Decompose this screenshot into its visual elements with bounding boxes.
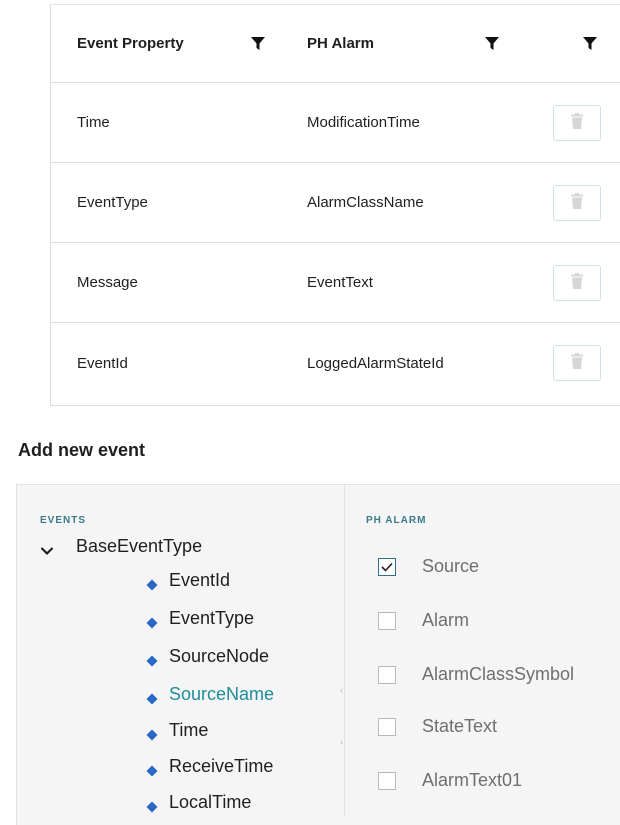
tree-item-label: EventType bbox=[169, 608, 255, 628]
tree-item-localtime[interactable]: LocalTime bbox=[146, 792, 251, 813]
property-icon bbox=[146, 613, 158, 628]
filter-icon[interactable] bbox=[485, 37, 499, 51]
property-icon bbox=[146, 651, 158, 666]
delete-row-button[interactable] bbox=[553, 265, 601, 301]
ph-alarm-cell: LoggedAlarmStateId bbox=[307, 354, 444, 372]
ph-alarm-cell: AlarmClassName bbox=[307, 194, 424, 211]
ph-alarm-column-label: PH ALARM bbox=[366, 515, 427, 526]
alarm-field-alarm[interactable]: Alarm bbox=[378, 610, 469, 631]
events-column-label: EVENTS bbox=[40, 515, 87, 526]
tree-node-label: BaseEventType bbox=[76, 536, 203, 556]
table-row[interactable]: Time ModificationTime bbox=[51, 83, 620, 163]
checkbox[interactable] bbox=[378, 717, 396, 736]
table-header-row: Event Property PH Alarm bbox=[51, 5, 620, 83]
trash-icon bbox=[571, 192, 583, 214]
alarm-field-alarmtext01[interactable]: AlarmText01 bbox=[378, 770, 522, 791]
alarm-field-source[interactable]: Source bbox=[378, 556, 479, 577]
trash-icon bbox=[571, 352, 583, 374]
tree-item-label: EventId bbox=[169, 570, 231, 590]
delete-row-button[interactable] bbox=[553, 345, 601, 381]
table-row[interactable]: Message EventText bbox=[51, 243, 620, 323]
alarm-field-label: AlarmClassSymbol bbox=[422, 664, 575, 684]
alarm-field-label: Alarm bbox=[422, 610, 470, 630]
chevron-down-icon[interactable] bbox=[40, 540, 58, 555]
filter-icon[interactable] bbox=[251, 37, 265, 51]
event-property-cell: EventType bbox=[77, 194, 148, 211]
trash-icon bbox=[571, 272, 583, 294]
property-icon bbox=[146, 725, 158, 740]
tree-item-receivetime[interactable]: ReceiveTime bbox=[146, 756, 273, 777]
tree-item-sourcenode[interactable]: SourceNode bbox=[146, 646, 269, 667]
chevron-right-icon: › bbox=[340, 737, 343, 747]
delete-row-button[interactable] bbox=[553, 185, 601, 221]
tree-item-time[interactable]: Time bbox=[146, 720, 208, 741]
ph-alarm-cell: EventText bbox=[307, 274, 373, 291]
tree-item-label: SourceName bbox=[169, 684, 275, 704]
event-property-cell: Time bbox=[77, 114, 110, 131]
checkbox[interactable] bbox=[378, 665, 396, 684]
checkbox[interactable] bbox=[378, 611, 396, 630]
checkbox-checked[interactable] bbox=[378, 557, 396, 576]
chevron-left-icon: ‹ bbox=[340, 685, 343, 695]
checkbox[interactable] bbox=[378, 771, 396, 790]
event-property-cell: EventId bbox=[77, 354, 128, 372]
add-new-event-title: Add new event bbox=[18, 440, 146, 460]
tree-item-label: Time bbox=[169, 720, 209, 740]
filter-icon[interactable] bbox=[583, 37, 597, 51]
tree-item-label: SourceNode bbox=[169, 646, 270, 666]
delete-row-button[interactable] bbox=[553, 105, 601, 141]
tree-item-eventtype[interactable]: EventType bbox=[146, 608, 254, 629]
property-icon bbox=[146, 575, 158, 590]
alarm-field-label: AlarmText01 bbox=[422, 770, 523, 790]
tree-item-sourcename[interactable]: SourceName bbox=[146, 684, 274, 705]
tree-node-base-event-type[interactable]: BaseEventType bbox=[40, 536, 202, 557]
check-icon bbox=[381, 562, 393, 572]
trash-icon bbox=[571, 112, 583, 134]
event-mapping-table: Event Property PH Alarm Time Modificatio… bbox=[50, 4, 620, 406]
tree-item-label: LocalTime bbox=[169, 792, 252, 812]
tree-item-eventid[interactable]: EventId bbox=[146, 570, 230, 591]
alarm-field-label: StateText bbox=[422, 716, 498, 736]
column-header-event-property[interactable]: Event Property bbox=[77, 5, 267, 82]
property-icon bbox=[146, 797, 158, 812]
property-icon bbox=[146, 761, 158, 776]
alarm-field-alarmclasssymbol[interactable]: AlarmClassSymbol bbox=[378, 664, 574, 685]
tree-item-label: ReceiveTime bbox=[169, 756, 274, 776]
panel-splitter[interactable] bbox=[344, 484, 345, 816]
table-row[interactable]: EventId LoggedAlarmStateId bbox=[51, 323, 620, 403]
event-property-cell: Message bbox=[77, 274, 138, 291]
alarm-field-label: Source bbox=[422, 556, 480, 576]
table-row[interactable]: EventType AlarmClassName bbox=[51, 163, 620, 243]
alarm-field-statetext[interactable]: StateText bbox=[378, 716, 497, 737]
property-icon bbox=[146, 689, 158, 704]
ph-alarm-cell: ModificationTime bbox=[307, 114, 420, 131]
